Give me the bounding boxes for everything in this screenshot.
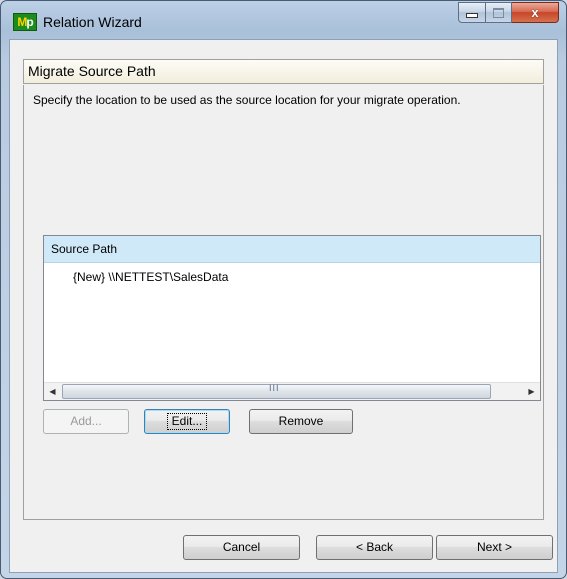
page-title: Migrate Source Path [28, 63, 156, 79]
list-column-header[interactable]: Source Path [44, 236, 540, 263]
title-bar[interactable]: Mp Relation Wizard x [1, 1, 566, 39]
maximize-icon [493, 7, 504, 18]
back-button[interactable]: < Back [316, 535, 433, 560]
remove-button[interactable]: Remove [249, 409, 353, 434]
edit-button[interactable]: Edit... [144, 409, 230, 434]
close-button[interactable]: x [512, 2, 559, 23]
next-button[interactable]: Next > [436, 535, 553, 560]
page-header: Migrate Source Path [23, 59, 544, 84]
minimize-button[interactable] [458, 2, 486, 23]
cancel-button[interactable]: Cancel [183, 535, 300, 560]
window-title: Relation Wizard [43, 14, 142, 30]
wizard-client-area: Migrate Source Path Specify the location… [9, 39, 558, 573]
caption-buttons: x [458, 2, 559, 23]
maximize-button [486, 2, 512, 23]
close-icon: x [531, 5, 539, 20]
scroll-right-icon[interactable]: ▶ [523, 383, 540, 400]
add-button: Add... [43, 409, 129, 434]
minimize-icon [466, 13, 478, 18]
column-header-source-path: Source Path [51, 242, 118, 256]
logo-letter-m: M [17, 15, 27, 29]
app-logo-icon: Mp [13, 13, 37, 31]
relation-wizard-window: Mp Relation Wizard x Migrate Source Path… [0, 0, 567, 579]
scroll-left-icon[interactable]: ◀ [44, 383, 61, 400]
page-description: Specify the location to be used as the s… [33, 93, 461, 107]
page-content: Specify the location to be used as the s… [23, 85, 544, 520]
list-item[interactable]: {New} \\NETTEST\SalesData [73, 270, 228, 284]
edit-button-label: Edit... [166, 413, 208, 430]
source-path-list[interactable]: Source Path {New} \\NETTEST\SalesData ◀ … [43, 235, 541, 401]
horizontal-scrollbar[interactable]: ◀ III ▶ [44, 382, 540, 400]
scrollbar-thumb[interactable]: III [62, 383, 491, 399]
logo-letter-p: p [26, 15, 33, 29]
scrollbar-grip-icon: III [269, 383, 280, 393]
